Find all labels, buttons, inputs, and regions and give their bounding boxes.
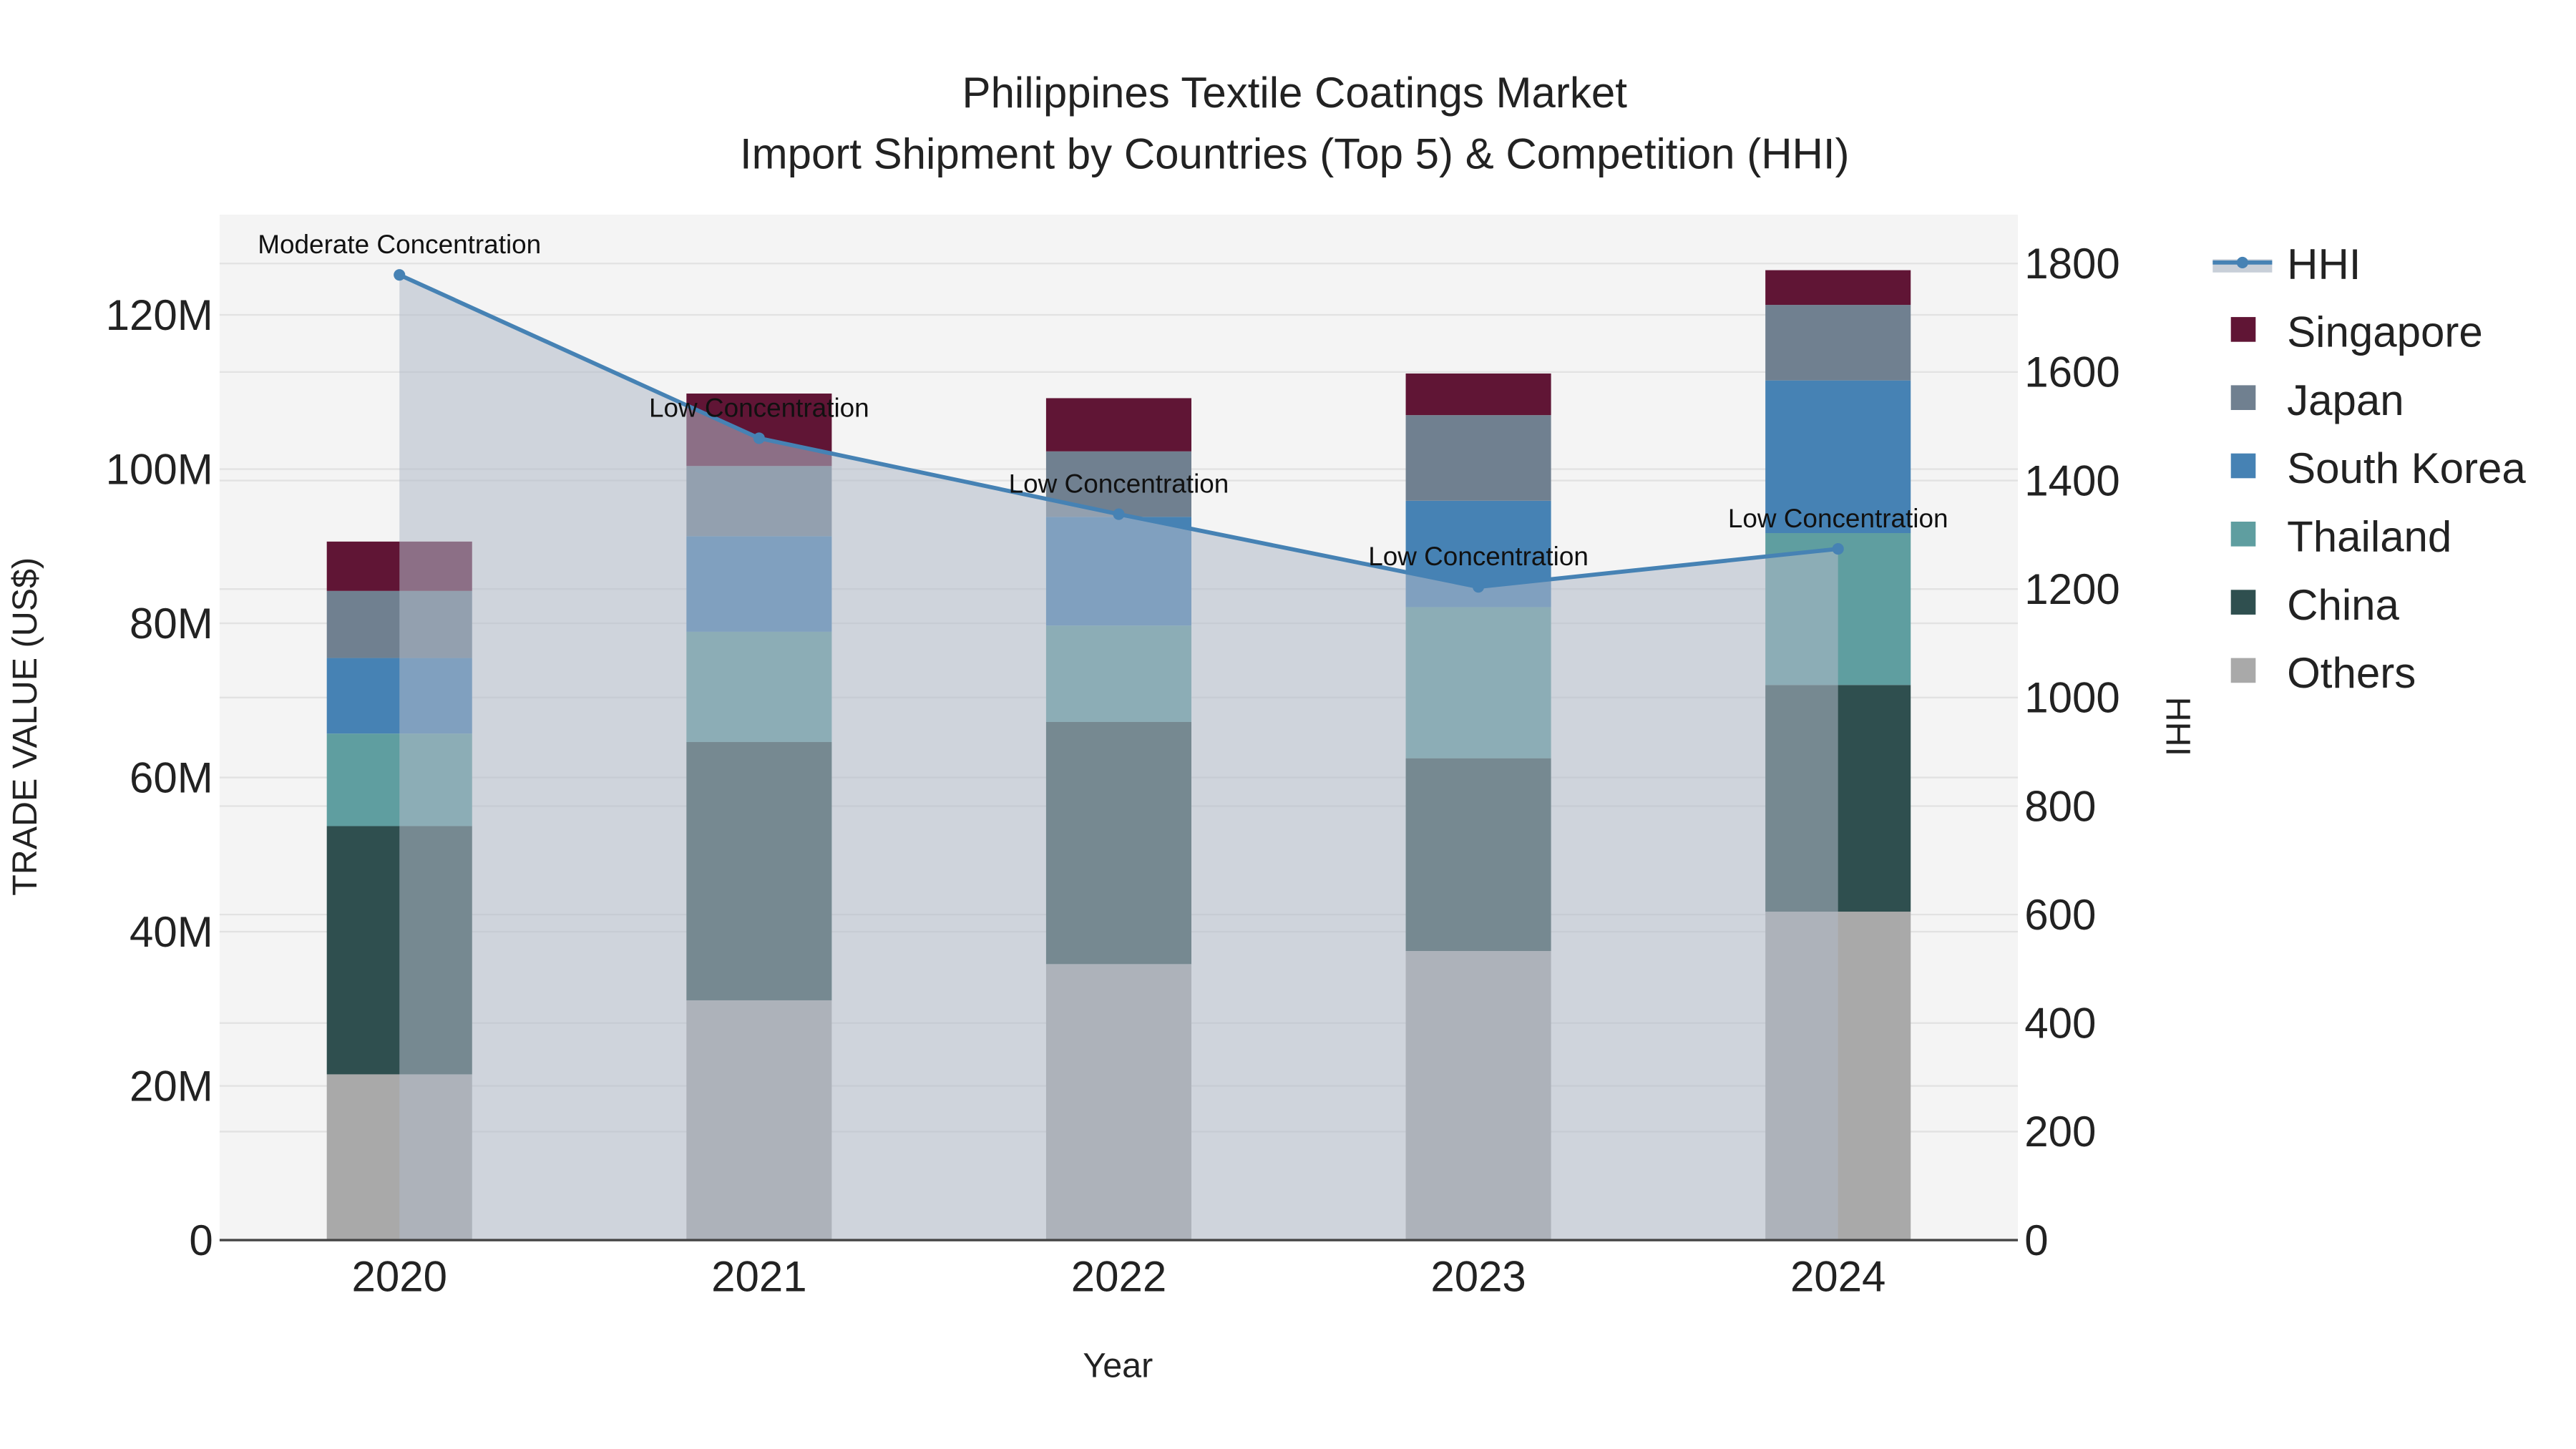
- hhi-annotation: Low Concentration: [1009, 469, 1229, 499]
- y-tick-label: 120M: [106, 291, 213, 339]
- x-tick-label: 2020: [351, 1253, 447, 1301]
- x-tick-label: 2022: [1071, 1253, 1166, 1301]
- legend-marker-hhi: [2236, 256, 2248, 268]
- y2-tick-label: 1400: [2024, 457, 2119, 504]
- y2-tick-label: 1200: [2024, 565, 2119, 613]
- y2-tick-label: 400: [2024, 1000, 2096, 1048]
- hhi-point: [394, 269, 406, 281]
- y2-axis-title: HHI: [2159, 697, 2197, 756]
- y2-tick-label: 600: [2024, 891, 2096, 939]
- hhi-annotation: Low Concentration: [1728, 504, 1948, 533]
- chart: Philippines Textile Coatings Market Impo…: [0, 0, 2576, 1449]
- bar-japan: [1765, 305, 1911, 381]
- bar-singapore: [1405, 373, 1551, 416]
- x-tick-label: 2024: [1790, 1253, 1885, 1301]
- bar-japan: [1405, 415, 1551, 501]
- y2-tick-label: 1000: [2024, 674, 2119, 722]
- bar-singapore: [1045, 398, 1191, 452]
- legend-swatch-china: [2230, 590, 2256, 615]
- legend-swatch-singapore: [2230, 317, 2256, 342]
- y-tick-label: 40M: [130, 908, 213, 956]
- y-tick-label: 20M: [130, 1062, 213, 1110]
- hhi-annotation: Low Concentration: [1368, 542, 1589, 571]
- x-tick-label: 2021: [711, 1253, 806, 1301]
- y-tick-label: 80M: [130, 600, 213, 648]
- hhi-annotation: Moderate Concentration: [258, 230, 541, 259]
- legend-label-south-korea: South Korea: [2287, 444, 2526, 492]
- legend-label-others: Others: [2287, 649, 2416, 697]
- legend-swatch-others: [2230, 658, 2256, 683]
- chart-title: Philippines Textile Coatings Market: [962, 69, 1628, 117]
- legend-swatch-japan: [2230, 385, 2256, 410]
- y-axis-title: TRADE VALUE (US$): [6, 557, 44, 896]
- legend-label-hhi: HHI: [2287, 240, 2361, 288]
- bar-singapore: [1765, 270, 1911, 306]
- hhi-point: [1473, 581, 1485, 593]
- y-tick-label: 100M: [106, 445, 213, 493]
- hhi-point: [753, 432, 765, 444]
- y2-tick-label: 200: [2024, 1108, 2096, 1156]
- y-tick-label: 60M: [130, 753, 213, 801]
- legend-swatch-south-korea: [2230, 453, 2256, 479]
- legend-label-japan: Japan: [2287, 376, 2404, 424]
- legend-label-singapore: Singapore: [2287, 308, 2483, 356]
- y2-tick-label: 0: [2024, 1216, 2048, 1264]
- hhi-point: [1832, 543, 1844, 555]
- hhi-annotation: Low Concentration: [649, 393, 869, 422]
- chart-subtitle: Import Shipment by Countries (Top 5) & C…: [740, 130, 1850, 177]
- x-tick-label: 2023: [1430, 1253, 1526, 1301]
- legend-label-china: China: [2287, 581, 2399, 629]
- y-tick-label: 0: [189, 1216, 213, 1264]
- y2-tick-label: 1600: [2024, 348, 2119, 396]
- legend-label-thailand: Thailand: [2287, 513, 2451, 561]
- hhi-point: [1113, 508, 1125, 520]
- y2-tick-label: 800: [2024, 782, 2096, 830]
- y2-tick-label: 1800: [2024, 240, 2119, 288]
- legend-swatch-thailand: [2230, 522, 2256, 547]
- x-axis-title: Year: [1083, 1347, 1153, 1385]
